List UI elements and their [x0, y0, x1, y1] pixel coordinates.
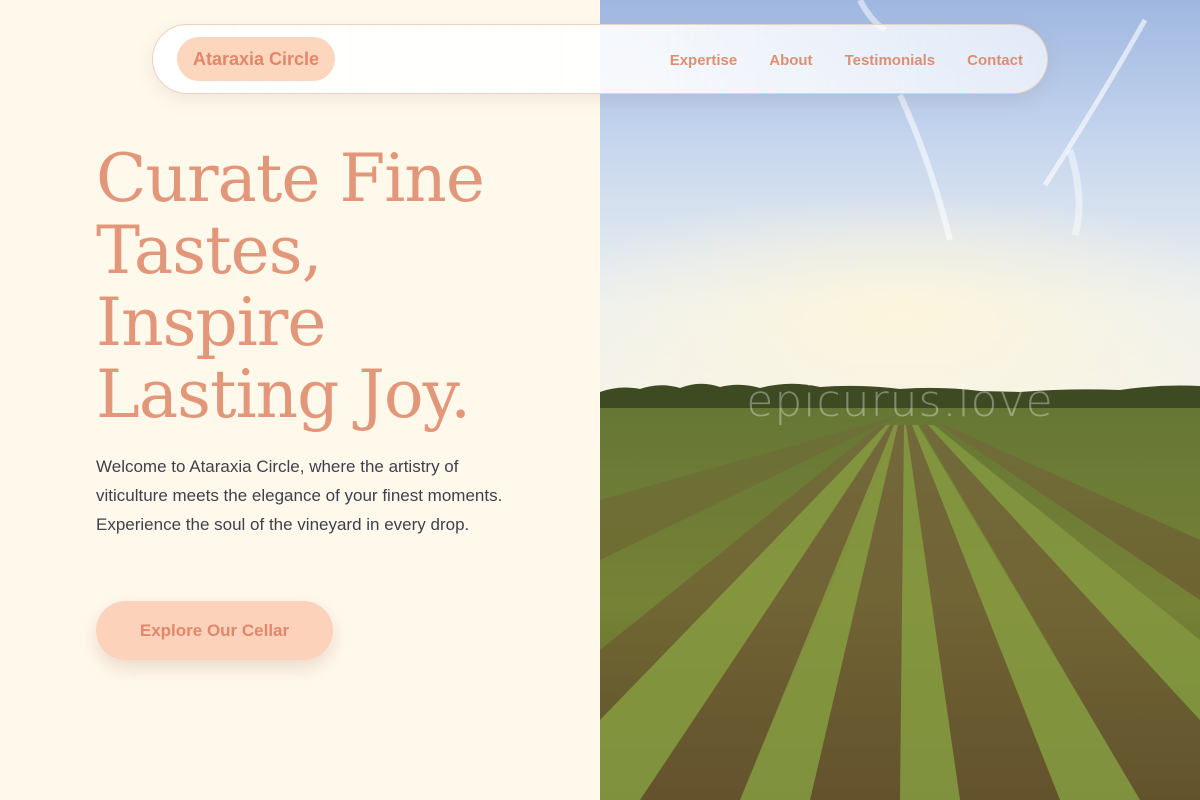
- headline-line-4: Lasting Joy.: [96, 356, 471, 433]
- hero-intro-text: Welcome to Ataraxia Circle, where the ar…: [96, 457, 503, 534]
- brand-logo-button[interactable]: Ataraxia Circle: [177, 37, 336, 81]
- nav-links: Expertise About Testimonials Contact: [670, 25, 1023, 95]
- nav-link-testimonials[interactable]: Testimonials: [845, 52, 936, 69]
- nav-link-contact[interactable]: Contact: [967, 52, 1023, 69]
- headline-line-1: Curate Fine: [96, 140, 485, 217]
- hero-headline: Curate Fine Tastes, Inspire Lasting Joy.: [96, 143, 576, 431]
- nav-link-about[interactable]: About: [769, 52, 812, 69]
- image-watermark: epicurus.love: [746, 376, 1054, 427]
- headline-line-3: Inspire: [96, 284, 326, 361]
- top-navbar: Ataraxia Circle Expertise About Testimon…: [152, 24, 1048, 94]
- headline-line-2: Tastes,: [96, 212, 323, 289]
- nav-link-expertise[interactable]: Expertise: [670, 52, 738, 69]
- explore-cellar-button[interactable]: Explore Our Cellar: [96, 601, 333, 660]
